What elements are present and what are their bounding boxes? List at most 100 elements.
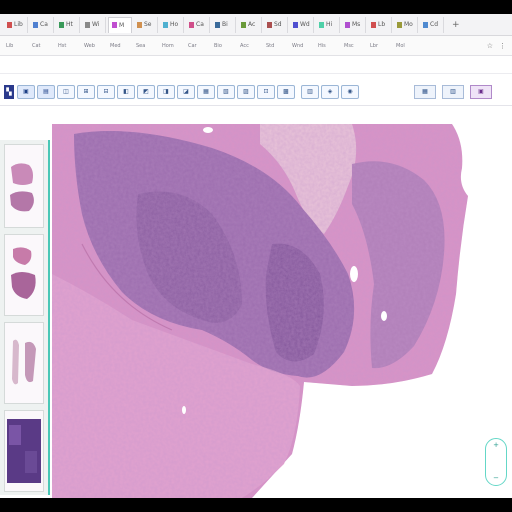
tab-label: Lb bbox=[378, 21, 386, 28]
tab-favicon-icon bbox=[345, 21, 350, 28]
viewer-tool-button[interactable]: ⊡ bbox=[257, 84, 275, 99]
tab-favicon-icon bbox=[112, 22, 117, 28]
viewer-right-tool-button[interactable]: ▣ bbox=[470, 84, 492, 99]
browser-tab[interactable]: Ht bbox=[56, 16, 80, 33]
viewer-tools-right: ▦ ▥ ▣ bbox=[414, 84, 512, 99]
browser-tab[interactable]: Lb bbox=[368, 16, 392, 33]
browser-tab[interactable]: Bi bbox=[212, 16, 236, 33]
tab-favicon-icon bbox=[267, 21, 272, 28]
browser-tab[interactable]: Cd bbox=[420, 16, 444, 33]
thumbnail-1[interactable] bbox=[4, 144, 44, 228]
bookmark-item[interactable]: Wnd bbox=[292, 43, 314, 49]
app-logo-icon: ▚ bbox=[4, 84, 14, 99]
thumbnail-2-image bbox=[5, 235, 43, 315]
tab-favicon-icon bbox=[59, 21, 64, 28]
thumbnail-3[interactable] bbox=[4, 322, 44, 404]
browser-tab[interactable]: Lib bbox=[4, 16, 28, 33]
tissue-lumen bbox=[182, 406, 186, 414]
tab-favicon-icon bbox=[241, 21, 246, 28]
viewer-tool-button[interactable]: ◨ bbox=[157, 84, 175, 99]
tab-strip: Lib Ca Ht Wi M Se Ho Ca Bi Ac Sd Wd Hi Ms Lb Mo Cd + bbox=[0, 14, 512, 36]
bookmark-item[interactable]: Msc bbox=[344, 43, 366, 49]
viewer-tool-button[interactable]: ◈ bbox=[321, 84, 339, 99]
new-tab-button[interactable]: + bbox=[452, 20, 460, 30]
tab-label: Ms bbox=[352, 21, 361, 28]
slide-canvas[interactable] bbox=[52, 124, 474, 498]
zoom-in-button[interactable]: + bbox=[493, 442, 499, 449]
viewer-tool-button[interactable]: ◧ bbox=[117, 84, 135, 99]
browser-tab[interactable]: Ms bbox=[342, 16, 366, 33]
tab-label: Ca bbox=[40, 21, 48, 28]
viewer-tool-button[interactable]: ⊟ bbox=[97, 84, 115, 99]
viewer-tool-button[interactable]: ▤ bbox=[37, 84, 55, 99]
viewer-tool-button[interactable]: ⊞ bbox=[77, 84, 95, 99]
thumbnail-4[interactable] bbox=[4, 410, 44, 492]
tab-favicon-icon bbox=[85, 21, 90, 28]
browser-tab[interactable]: Se bbox=[134, 16, 158, 33]
tab-favicon-icon bbox=[371, 21, 376, 28]
zoom-control[interactable]: + − bbox=[485, 438, 507, 486]
thumbnail-4-image bbox=[5, 411, 43, 491]
tab-favicon-icon bbox=[137, 21, 142, 28]
bookmark-item[interactable]: Lbr bbox=[370, 43, 392, 49]
tab-label: Wd bbox=[300, 21, 310, 28]
tab-favicon-icon bbox=[7, 21, 12, 28]
tab-favicon-icon bbox=[189, 21, 194, 28]
bookmark-star-icon[interactable]: ☆ bbox=[487, 42, 493, 50]
browser-tab[interactable]: Wi bbox=[82, 16, 106, 33]
bookmark-item[interactable]: Med bbox=[110, 43, 132, 49]
tab-label: M bbox=[119, 21, 125, 29]
bookmark-item[interactable]: Std bbox=[266, 43, 288, 49]
viewer-tool-button[interactable]: ▣ bbox=[17, 84, 35, 99]
bookmark-item[interactable]: Bio bbox=[214, 43, 236, 49]
bookmark-item[interactable]: Mol bbox=[396, 43, 418, 49]
browser-tab[interactable]: M bbox=[108, 16, 132, 33]
thumbnail-3-image bbox=[5, 323, 43, 403]
viewer-tool-button[interactable]: ▩ bbox=[277, 84, 295, 99]
bookmark-item[interactable]: Lib bbox=[6, 43, 28, 49]
browser-tab[interactable]: Ho bbox=[160, 16, 184, 33]
browser-tab[interactable]: Hi bbox=[316, 16, 340, 33]
tab-favicon-icon bbox=[293, 21, 298, 28]
bookmark-item[interactable]: Hom bbox=[162, 43, 184, 49]
tab-favicon-icon bbox=[319, 21, 324, 28]
tissue-lumen bbox=[350, 266, 358, 282]
browser-tab[interactable]: Mo bbox=[394, 16, 418, 33]
tab-label: Mo bbox=[404, 21, 413, 28]
tab-label: Hi bbox=[326, 21, 333, 28]
browser-tab[interactable]: Ca bbox=[30, 16, 54, 33]
tab-favicon-icon bbox=[163, 21, 168, 28]
tab-label: Sd bbox=[274, 21, 282, 28]
browser-menu-icon[interactable]: ⋮ bbox=[499, 42, 506, 50]
bookmark-item[interactable]: Car bbox=[188, 43, 210, 49]
viewer-tool-button[interactable]: ▦ bbox=[197, 84, 215, 99]
tab-label: Lib bbox=[14, 21, 23, 28]
viewer-tool-button[interactable]: ◪ bbox=[177, 84, 195, 99]
bookmark-item[interactable]: Web bbox=[84, 43, 106, 49]
viewer-tool-button[interactable]: ◉ bbox=[341, 84, 359, 99]
browser-tab[interactable]: Sd bbox=[264, 16, 288, 33]
bookmark-item[interactable]: Cat bbox=[32, 43, 54, 49]
browser-tab[interactable]: Ca bbox=[186, 16, 210, 33]
tab-label: Wi bbox=[92, 21, 100, 28]
bookmark-item[interactable]: Sea bbox=[136, 43, 158, 49]
viewer-status-row bbox=[0, 56, 512, 74]
bookmark-item[interactable]: His bbox=[318, 43, 340, 49]
viewer-tool-button[interactable]: ▧ bbox=[217, 84, 235, 99]
slide-thumbnail-panel[interactable] bbox=[0, 140, 50, 495]
zoom-out-button[interactable]: − bbox=[493, 475, 499, 482]
tab-label: Ac bbox=[248, 21, 256, 28]
viewer-tool-button[interactable]: ◩ bbox=[137, 84, 155, 99]
viewer-tool-button[interactable]: ▨ bbox=[237, 84, 255, 99]
bookmark-item[interactable]: Acc bbox=[240, 43, 262, 49]
bookmark-item[interactable]: Hst bbox=[58, 43, 80, 49]
thumbnail-2[interactable] bbox=[4, 234, 44, 316]
browser-tab[interactable]: Ac bbox=[238, 16, 262, 33]
viewer-right-tool-button[interactable]: ▥ bbox=[442, 84, 464, 99]
browser-tab[interactable]: Wd bbox=[290, 16, 314, 33]
viewer-page: ▚ ▣ ▤ ◫ ⊞ ⊟ ◧ ◩ ◨ ◪ ▦ ▧ ▨ ⊡ ▩ ▥ ◈ ◉ ▦ ▥ ▣ bbox=[0, 56, 512, 498]
viewer-tool-button[interactable]: ◫ bbox=[57, 84, 75, 99]
tab-favicon-icon bbox=[397, 21, 402, 28]
viewer-right-tool-button[interactable]: ▦ bbox=[414, 84, 436, 99]
viewer-tool-button[interactable]: ▥ bbox=[301, 84, 319, 99]
